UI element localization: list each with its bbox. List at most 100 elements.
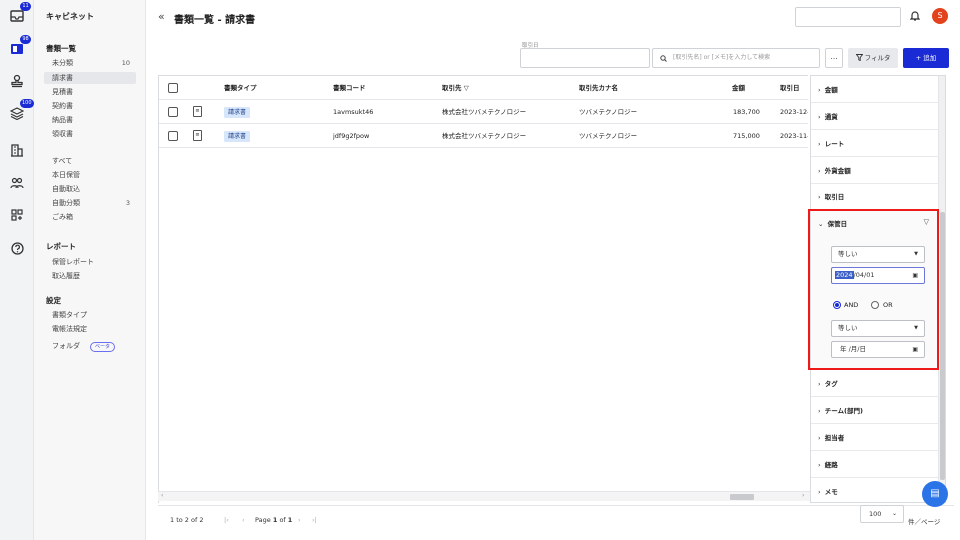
- per-page-select[interactable]: 100 ⌄: [860, 505, 904, 523]
- column-header-partner[interactable]: 取引先 ▽: [442, 76, 469, 100]
- sidebar-item-invoice[interactable]: 請求書: [44, 72, 136, 84]
- avatar[interactable]: S: [932, 8, 948, 24]
- sidebar-item-delivery[interactable]: 納品書: [44, 114, 136, 126]
- documents-table: 書類タイプ 書類コード 取引先 ▽ 取引先カナ名 金額 取引日 ≡ 請求書 1a…: [158, 75, 808, 503]
- sidebar-item-storage-report[interactable]: 保管レポート: [44, 256, 136, 268]
- inbox-badge: 11: [20, 2, 31, 11]
- and-radio[interactable]: [833, 301, 841, 309]
- last-page-icon[interactable]: ›|: [312, 516, 317, 524]
- doc-code-cell: jdf9g2fpow: [333, 132, 370, 140]
- users-icon[interactable]: [8, 174, 26, 192]
- table-row[interactable]: ≡ 請求書 jdf9g2fpow 株式会社ツバメテクノロジー ツバメテクノロジー…: [159, 124, 808, 148]
- filter-label: フィルタ: [864, 54, 891, 62]
- column-header-code[interactable]: 書類コード: [333, 76, 366, 100]
- page-title: 書類一覧 - 請求書: [174, 15, 256, 26]
- horizontal-scrollbar[interactable]: ‹ ›: [158, 491, 810, 501]
- layers-icon[interactable]: 100: [8, 99, 34, 122]
- sidebar-item-all[interactable]: すべて: [44, 155, 136, 167]
- brand-name: キャビネット: [46, 12, 94, 21]
- transaction-date-input[interactable]: [520, 48, 650, 68]
- row-count: 1 to 2 of 2: [170, 516, 204, 524]
- sidebar-item-trash[interactable]: ごみ箱: [44, 211, 136, 223]
- stamp-icon[interactable]: [8, 72, 26, 90]
- sidebar: キャビネット 書類一覧 未分類 10 請求書 見積書 契約書 納品書 領収書 すべ…: [34, 0, 146, 540]
- auto-classify-count: 3: [125, 199, 130, 207]
- sidebar-item-auto-import[interactable]: 自動取込: [44, 183, 136, 195]
- building-icon[interactable]: [8, 141, 26, 159]
- calendar-icon[interactable]: ▣: [912, 268, 918, 283]
- help-icon[interactable]: [8, 239, 26, 257]
- pagination-bar: 1 to 2 of 2 |‹ ‹ Page 1 of 1 › ›| 件／ページ: [158, 505, 954, 535]
- sidebar-item-import-history[interactable]: 取込履歴: [44, 270, 136, 282]
- first-page-icon[interactable]: |‹: [224, 516, 229, 524]
- filter-section-team[interactable]: › チーム(部門): [811, 397, 939, 424]
- more-options-button[interactable]: ...: [825, 48, 843, 68]
- sidebar-item-today[interactable]: 本日保管: [44, 169, 136, 181]
- sidebar-item-quote[interactable]: 見積書: [44, 86, 136, 98]
- operator-select-2[interactable]: 等しい ▼: [831, 320, 925, 337]
- documents-icon[interactable]: 98: [8, 35, 31, 58]
- scroll-thumb[interactable]: [730, 494, 754, 500]
- doc-type-tag: 請求書: [224, 131, 251, 142]
- document-icon[interactable]: ≡: [193, 106, 202, 117]
- sidebar-item-unclassified[interactable]: 未分類 10: [44, 57, 136, 69]
- filter-panel-scrollbar[interactable]: [938, 76, 945, 502]
- doc-type-tag: 請求書: [224, 107, 251, 118]
- storage-date-header[interactable]: ⌄ 保管日: [818, 218, 847, 228]
- filter-section-assignee[interactable]: › 担当者: [811, 424, 939, 451]
- column-filter-icon[interactable]: ▽: [464, 84, 469, 92]
- inbox-icon[interactable]: 11: [8, 2, 31, 25]
- keyword-search-input[interactable]: [取引先名] or [メモ]を入力して検索: [652, 48, 820, 68]
- search-icon: [660, 49, 667, 69]
- select-all-checkbox[interactable]: [168, 83, 178, 93]
- table-header: 書類タイプ 書類コード 取引先 ▽ 取引先カナ名 金額 取引日: [159, 76, 808, 100]
- dropdown-caret-icon: ▼: [914, 251, 918, 257]
- column-header-type[interactable]: 書類タイプ: [224, 76, 257, 100]
- page-label: Page: [255, 516, 271, 524]
- documents-badge: 98: [20, 35, 31, 44]
- table-row[interactable]: ≡ 請求書 1avmsukt46 株式会社ツバメテクノロジー ツバメテクノロジー…: [159, 100, 808, 124]
- sidebar-item-receipt[interactable]: 領収書: [44, 128, 136, 140]
- scroll-left-icon[interactable]: ‹: [161, 492, 163, 499]
- storage-date-input-1[interactable]: 2024/04/01 ▣: [831, 267, 925, 284]
- storage-date-input-2[interactable]: 年 /月/日 ▣: [831, 341, 925, 358]
- bell-icon[interactable]: [909, 10, 921, 24]
- row-checkbox[interactable]: [168, 131, 178, 141]
- filter-button[interactable]: フィルタ: [848, 48, 898, 68]
- filter-section-memo[interactable]: › メモ: [811, 478, 939, 502]
- title-bar: « 書類一覧 - 請求書 S: [146, 0, 960, 38]
- calendar-icon[interactable]: ▣: [912, 342, 918, 357]
- or-radio[interactable]: [871, 301, 879, 309]
- sidebar-item-auto-classify[interactable]: 自動分類 3: [44, 197, 136, 209]
- filter-section-currency[interactable]: › 通貨: [811, 103, 939, 130]
- filter-scroll-thumb[interactable]: [940, 212, 945, 480]
- filter-section-transaction-date[interactable]: › 取引日: [811, 183, 939, 210]
- filter-section-route[interactable]: › 経路: [811, 451, 939, 478]
- filter-section-rate[interactable]: › レート: [811, 130, 939, 157]
- sidebar-item-folders[interactable]: フォルダ ベータ: [44, 340, 136, 352]
- search-placeholder: [取引先名] or [メモ]を入力して検索: [673, 54, 771, 61]
- filter-section-foreign-amount[interactable]: › 外貨金額: [811, 157, 939, 184]
- column-header-date[interactable]: 取引日: [780, 76, 800, 100]
- page-number: 1: [272, 516, 278, 524]
- amount-cell: 715,000: [733, 132, 760, 140]
- sidebar-item-contract[interactable]: 契約書: [44, 100, 136, 112]
- filter-section-tag[interactable]: › タグ: [811, 370, 939, 397]
- add-button[interactable]: + 追加: [903, 48, 949, 68]
- document-icon[interactable]: ≡: [193, 130, 202, 141]
- column-header-amount[interactable]: 金額: [732, 76, 745, 100]
- operator-select-1[interactable]: 等しい ▼: [831, 246, 925, 263]
- scroll-right-icon[interactable]: ›: [802, 492, 804, 499]
- row-checkbox[interactable]: [168, 107, 178, 117]
- collapse-sidebar-icon[interactable]: «: [158, 10, 165, 23]
- apps-icon[interactable]: [8, 206, 26, 224]
- next-page-icon[interactable]: ›: [298, 516, 301, 524]
- sidebar-item-ebook-rules[interactable]: 電帳法規定: [44, 323, 136, 335]
- filter-section-amount[interactable]: › 金額: [811, 76, 939, 103]
- sidebar-section-documents: 書類一覧: [46, 44, 76, 53]
- global-search-input[interactable]: [795, 7, 901, 27]
- column-header-kana[interactable]: 取引先カナ名: [579, 76, 618, 100]
- prev-page-icon[interactable]: ‹: [242, 516, 245, 524]
- sidebar-item-doc-types[interactable]: 書類タイプ: [44, 309, 136, 321]
- chat-support-icon[interactable]: ▤: [922, 481, 948, 507]
